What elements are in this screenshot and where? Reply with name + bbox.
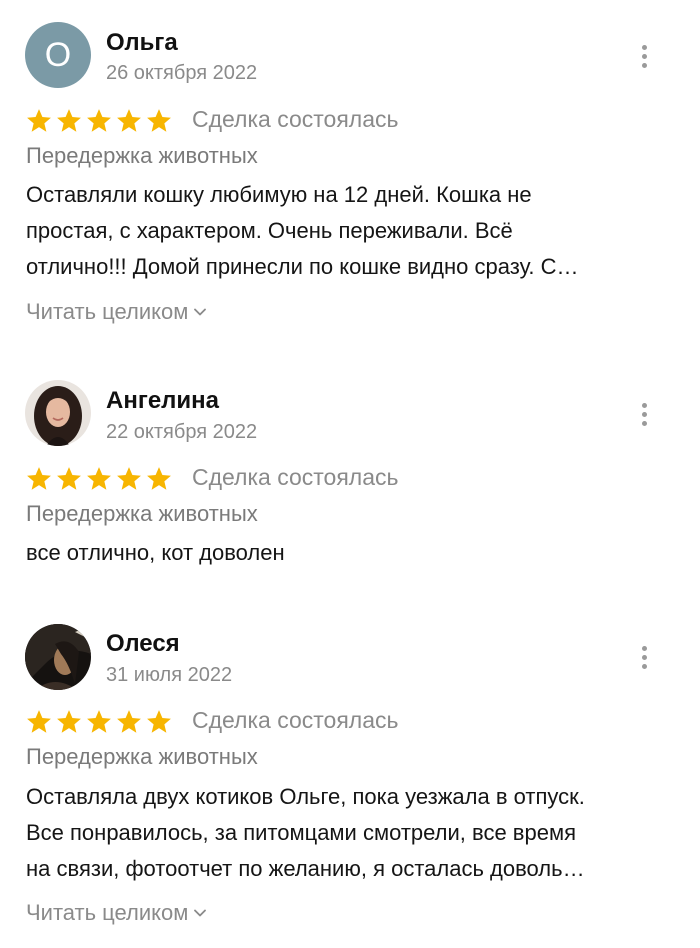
review-date: 31 июля 2022 <box>106 664 233 686</box>
read-more-link[interactable]: Читать целиком <box>26 898 207 928</box>
star-icon <box>25 708 53 736</box>
service-category: Передержка животных <box>26 744 258 769</box>
deal-status: Сделка состоялась <box>192 707 399 733</box>
review-text: Оставляла двух котиков Ольге, пока уезжа… <box>26 779 666 887</box>
review-card: Олеся 31 июля 2022 Сделка состоялась Пер… <box>0 0 700 948</box>
read-more-label: Читать целиком <box>26 900 189 925</box>
reviewer-name[interactable]: Олеся <box>106 629 180 659</box>
review-text-line: Оставляла двух котиков Ольге, пока уезжа… <box>26 784 585 809</box>
chevron-down-icon <box>194 909 207 917</box>
star-icon <box>85 708 113 736</box>
review-text-line: на связи, фотоотчет по желанию, я остала… <box>26 856 585 881</box>
star-icon <box>55 708 83 736</box>
star-icon <box>115 708 143 736</box>
avatar[interactable] <box>25 624 91 690</box>
star-rating <box>25 708 173 736</box>
more-options-icon[interactable] <box>630 637 658 677</box>
review-text-line: Все понравилось, за питомцами смотрели, … <box>26 820 576 845</box>
star-icon <box>145 708 173 736</box>
